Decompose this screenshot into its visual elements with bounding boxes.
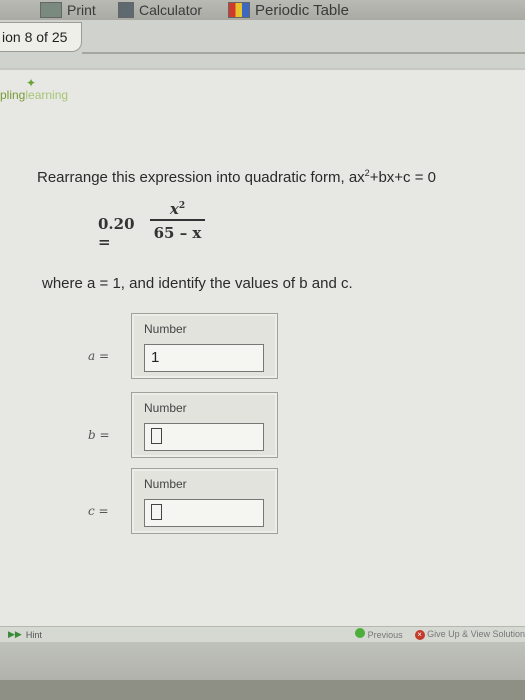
answer-input-c[interactable] xyxy=(144,499,264,527)
calculator-button[interactable]: Calculator xyxy=(118,0,202,20)
hint-label: Hint xyxy=(25,629,42,640)
hint-button[interactable]: ▶▶ Hint xyxy=(8,629,42,640)
give-up-button[interactable]: × Give Up & View Solution xyxy=(414,629,525,640)
calculator-icon xyxy=(118,2,134,18)
close-icon: × xyxy=(414,629,425,640)
footer-nav: Previous × Give Up & View Solution xyxy=(355,628,525,640)
tab-divider xyxy=(82,52,525,54)
number-label: Number xyxy=(144,477,187,491)
answer-row-b: b = Number xyxy=(88,392,288,458)
variable-label-b: b = xyxy=(88,428,110,442)
text-cursor-icon xyxy=(151,427,162,444)
equation-fraction: x2 65 – x xyxy=(150,195,205,242)
background-desk xyxy=(0,642,525,700)
text-cursor-icon xyxy=(151,503,162,520)
equation-lhs: 0.20 = xyxy=(98,215,135,251)
app-toolbar: Print Calculator Periodic Table xyxy=(0,0,525,20)
answer-box-c: Number xyxy=(131,468,278,534)
fraction-bar xyxy=(150,219,205,221)
periodic-table-icon xyxy=(228,2,250,18)
fraction-numerator: x2 xyxy=(169,200,186,218)
previous-icon xyxy=(355,628,366,638)
printer-icon xyxy=(40,2,62,18)
number-label: Number xyxy=(144,401,187,415)
sapling-learning-logo: ✦ plinglearning xyxy=(0,76,69,102)
leaf-icon: ✦ xyxy=(26,76,37,90)
fraction-denominator: 65 – x xyxy=(153,224,202,242)
periodic-table-button[interactable]: Periodic Table xyxy=(228,0,349,20)
question-footer: ▶▶ Hint Previous × Give Up & View Soluti… xyxy=(0,626,525,643)
number-label: Number xyxy=(144,322,187,336)
answer-input-a[interactable]: 1 xyxy=(144,344,264,372)
chevron-right-icon: ▶▶ xyxy=(8,629,22,639)
calculator-label: Calculator xyxy=(139,2,203,18)
answer-box-b: Number xyxy=(131,392,278,458)
question-prompt: Rearrange this expression into quadratic… xyxy=(37,168,436,186)
periodic-table-label: Periodic Table xyxy=(255,1,349,19)
answer-box-a: Number 1 xyxy=(131,313,278,379)
answer-row-a: a = Number 1 xyxy=(88,313,288,379)
question-number-label: ion 8 of 25 xyxy=(2,29,68,45)
print-label: Print xyxy=(67,2,96,18)
variable-label-c: c = xyxy=(88,504,109,518)
question-number-tab[interactable]: ion 8 of 25 xyxy=(0,22,82,52)
answer-row-c: c = Number xyxy=(88,468,288,534)
variable-label-a: a = xyxy=(88,349,110,363)
previous-button[interactable]: Previous xyxy=(355,628,403,640)
question-instruction: where a = 1, and identify the values of … xyxy=(42,275,353,292)
answer-input-b[interactable] xyxy=(144,423,264,451)
print-button[interactable]: Print xyxy=(40,0,96,20)
question-panel: ✦ plinglearning Rearrange this expressio… xyxy=(0,68,525,635)
